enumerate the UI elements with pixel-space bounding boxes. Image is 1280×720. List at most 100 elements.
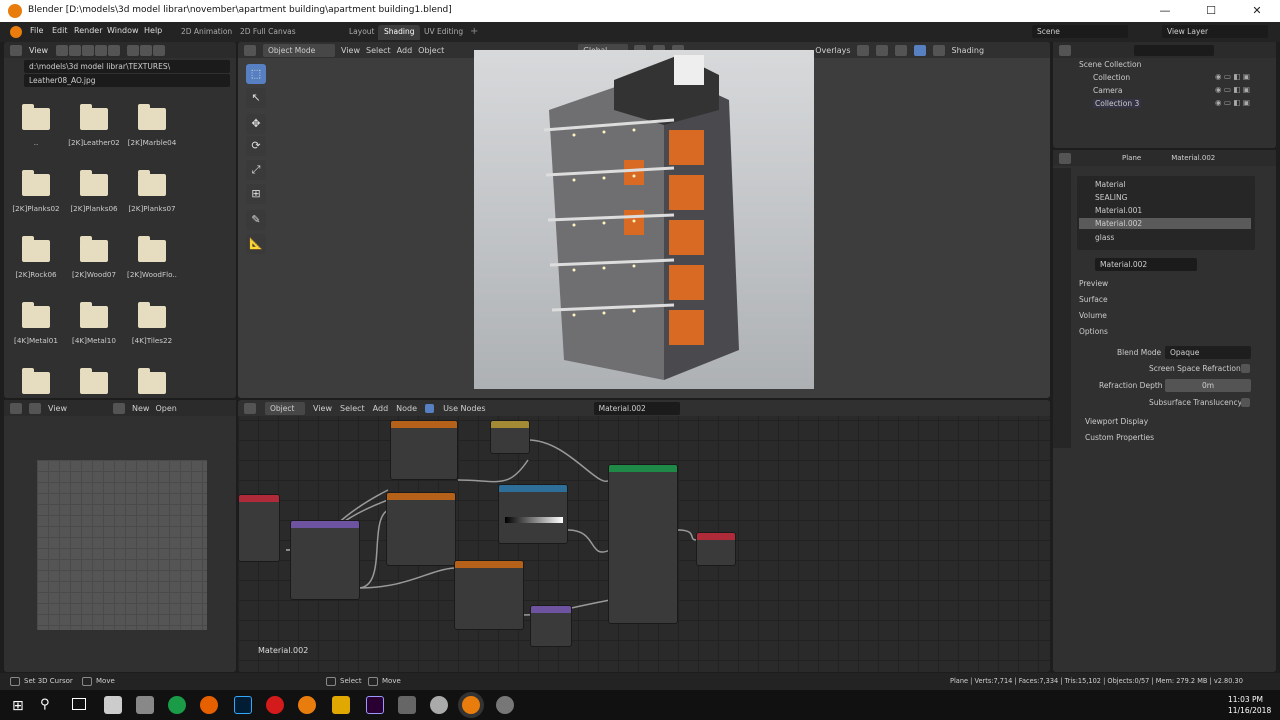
clock-time[interactable]: 11:03 PM [1228, 695, 1263, 704]
menu-edit[interactable]: Edit [52, 26, 68, 35]
folder-item[interactable]: [2K]Planks07 [123, 170, 181, 213]
folder-item[interactable] [7, 368, 65, 394]
panel-preview[interactable]: Preview [1079, 279, 1108, 288]
rotate-tool-icon[interactable]: ⟳ [246, 136, 266, 156]
task-view-icon[interactable] [72, 698, 86, 710]
premiere-icon[interactable] [366, 696, 384, 714]
blender-menu-icon[interactable] [10, 26, 22, 38]
maximize-button[interactable]: ☐ [1188, 0, 1234, 22]
material-name-field[interactable]: Material.002 [1095, 258, 1197, 271]
viewport-add-menu[interactable]: Add [397, 46, 413, 55]
panel-custom-properties[interactable]: Custom Properties [1085, 433, 1154, 442]
editor-type-icon[interactable] [10, 44, 22, 56]
xray-icon[interactable] [856, 44, 869, 56]
viewport-view-menu[interactable]: View [341, 46, 360, 55]
3d-viewport[interactable]: Object Mode View Select Add Object Globa… [238, 42, 1050, 398]
folder-item[interactable]: [2K]Wood07 [65, 236, 123, 279]
image-browse-icon[interactable] [112, 402, 125, 414]
node-mix-rgb[interactable] [490, 420, 530, 454]
menu-file[interactable]: File [30, 26, 43, 35]
opera-icon[interactable] [266, 696, 284, 714]
wireframe-icon[interactable] [875, 44, 888, 56]
material-slot[interactable]: Material.001 [1095, 206, 1142, 215]
blender-app-icon[interactable] [298, 696, 316, 714]
image-new-button[interactable]: New [132, 404, 149, 413]
color-ramp-gradient[interactable] [505, 517, 563, 523]
cursor-tool-icon[interactable]: ↖ [246, 88, 266, 108]
editor-type-icon[interactable] [1059, 152, 1071, 164]
forward-icon[interactable] [68, 44, 81, 56]
material-slot-active[interactable]: Material.002 [1079, 218, 1251, 229]
editor-type-icon[interactable] [244, 44, 256, 56]
folder-item[interactable]: [4K]Metal01 [7, 302, 65, 345]
measure-tool-icon[interactable]: 📐 [246, 234, 266, 254]
transform-tool-icon[interactable]: ⊞ [246, 184, 266, 204]
chrome-icon[interactable] [168, 696, 186, 714]
folder-item[interactable] [65, 368, 123, 394]
folder-item[interactable]: [4K]Metal10 [65, 302, 123, 345]
solid-icon[interactable] [894, 44, 907, 56]
windows-start-icon[interactable]: ⊞ [12, 698, 24, 714]
material-slot-list[interactable]: Material SEALING Material.001 Material.0… [1077, 176, 1255, 250]
tab-2d-full-canvas[interactable]: 2D Full Canvas [234, 25, 302, 40]
menu-window[interactable]: Window [107, 26, 139, 35]
parent-dir-icon[interactable] [81, 44, 94, 56]
image-open-button[interactable]: Open [155, 404, 176, 413]
properties-tab-bar[interactable] [1053, 168, 1071, 448]
menu-render[interactable]: Render [74, 26, 102, 35]
sublime-icon[interactable] [332, 696, 350, 714]
node-material-output[interactable] [696, 532, 736, 566]
annotate-tool-icon[interactable]: ✎ [246, 210, 266, 230]
folder-item[interactable]: [2K]Planks02 [7, 170, 65, 213]
panel-volume[interactable]: Volume [1079, 311, 1107, 320]
scale-tool-icon[interactable]: ⤢ [246, 160, 266, 180]
app-icon[interactable] [398, 696, 416, 714]
node-image-texture[interactable] [454, 560, 524, 630]
tab-2d-animation[interactable]: 2D Animation [175, 25, 238, 40]
refraction-depth-field[interactable]: 0m [1165, 379, 1251, 392]
clock-date[interactable]: 11/16/2018 [1228, 706, 1271, 715]
search-icon[interactable]: ⚲ [40, 697, 50, 712]
tab-layout[interactable]: Layout [343, 25, 381, 40]
minimize-button[interactable]: — [1142, 0, 1188, 22]
node-mapping[interactable] [290, 520, 360, 600]
panel-viewport-display[interactable]: Viewport Display [1085, 417, 1148, 426]
rendered-icon[interactable] [932, 44, 945, 56]
viewport-object-menu[interactable]: Object [418, 46, 444, 55]
firefox-icon[interactable] [200, 696, 218, 714]
node-principled-bsdf[interactable] [608, 464, 678, 624]
ssr-checkbox[interactable] [1241, 364, 1250, 373]
add-workspace-icon[interactable]: + [470, 26, 478, 37]
visibility-icons[interactable]: ◉ ▭ ◧ ▣ [1215, 72, 1250, 81]
outliner-item-collection[interactable]: Collection [1093, 73, 1130, 82]
back-icon[interactable] [55, 44, 68, 56]
uv-grid[interactable] [37, 460, 207, 630]
mode-icon[interactable] [29, 402, 41, 414]
outliner-item-collection-3[interactable]: Collection 3 [1093, 99, 1142, 108]
node-image-texture[interactable] [386, 492, 456, 566]
photoshop-icon[interactable] [234, 696, 252, 714]
panel-surface[interactable]: Surface [1079, 295, 1108, 304]
close-button[interactable]: ✕ [1234, 0, 1280, 22]
filter-icon[interactable] [152, 44, 165, 56]
folder-item[interactable]: [2K]Marble04 [123, 104, 181, 147]
scene-collection-label[interactable]: Scene Collection [1079, 60, 1141, 69]
mode-dropdown[interactable]: Object Mode [263, 43, 335, 57]
node-image-texture[interactable] [390, 420, 458, 480]
visibility-icons[interactable]: ◉ ▭ ◧ ▣ [1215, 98, 1250, 107]
material-preview-icon[interactable] [913, 44, 926, 56]
folder-item[interactable]: [2K]WoodFlo.. [123, 236, 181, 279]
outliner-item-camera[interactable]: Camera [1093, 86, 1122, 95]
material-slot[interactable]: Material [1095, 180, 1125, 189]
folder-item[interactable]: [4K]Tiles22 [123, 302, 181, 345]
viewport-select-menu[interactable]: Select [366, 46, 391, 55]
editor-type-icon[interactable] [1059, 44, 1071, 56]
material-slot[interactable]: glass [1095, 233, 1114, 242]
file-name[interactable]: Leather08_AO.jpg [24, 74, 230, 87]
node-normal-map[interactable] [530, 605, 572, 647]
explorer-icon[interactable] [136, 696, 154, 714]
view-menu[interactable]: View [29, 46, 48, 55]
panel-options[interactable]: Options [1079, 327, 1108, 336]
select-box-tool-icon[interactable]: ⬚ [246, 64, 266, 84]
sss-checkbox[interactable] [1241, 398, 1250, 407]
